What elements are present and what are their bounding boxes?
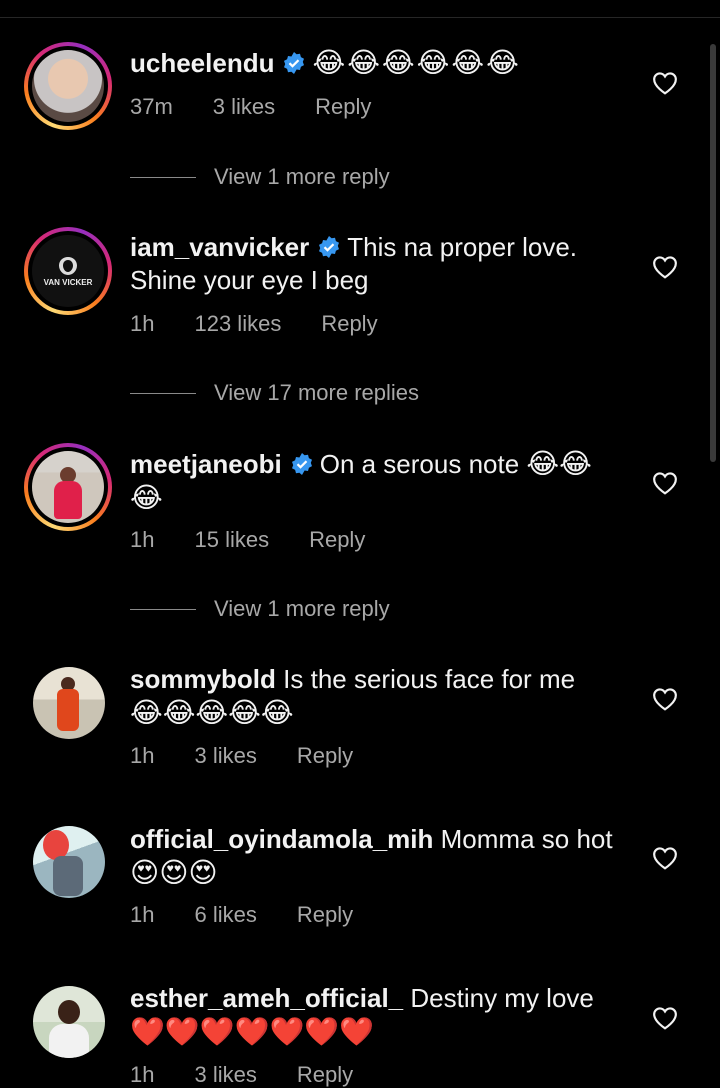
avatar[interactable]: [24, 42, 112, 130]
comment-meta: 37m 3 likes Reply: [130, 94, 411, 120]
divider-dash: [130, 392, 196, 394]
avatar-figure-body: [57, 689, 79, 731]
likes-count[interactable]: 6 likes: [194, 902, 256, 928]
likes-count[interactable]: 15 likes: [194, 527, 269, 553]
lion-logo-icon: [59, 256, 77, 275]
avatar[interactable]: [24, 443, 112, 531]
avatar[interactable]: VAN VICKER: [24, 227, 112, 315]
avatar-logo-text: VAN VICKER: [43, 277, 93, 287]
avatar-figure-body: [54, 481, 82, 519]
comment-time: 1h: [130, 1062, 155, 1087]
avatar[interactable]: [33, 986, 105, 1058]
heart-icon[interactable]: [652, 687, 678, 711]
comment-body: Destiny my love: [410, 983, 594, 1013]
comment-body: Is the serious face for me: [283, 664, 576, 694]
comment-text: ucheelendu 😂😂😂😂😂😂: [130, 46, 620, 80]
view-more-label: View 17 more replies: [214, 380, 420, 405]
divider-dash: [130, 608, 196, 610]
view-more-label: View 1 more reply: [214, 164, 390, 189]
emoji-text: 😍😍😍: [130, 857, 218, 888]
comment-text: esther_ameh_official_ Destiny my love ❤️❤…: [130, 982, 620, 1049]
heart-icon[interactable]: [652, 255, 678, 279]
verified-badge-icon: [319, 236, 340, 258]
top-divider: [0, 17, 720, 18]
view-more-replies-button[interactable]: View 1 more reply: [130, 596, 390, 622]
avatar[interactable]: [33, 667, 105, 739]
view-more-replies-button[interactable]: View 17 more replies: [130, 380, 419, 406]
view-more-replies-button[interactable]: View 1 more reply: [130, 164, 390, 190]
comment-text: meetjaneobi On a serous note 😂😂😂: [130, 447, 620, 515]
username[interactable]: official_oyindamola_mih: [130, 824, 433, 854]
scrollbar[interactable]: [710, 44, 716, 462]
view-more-label: View 1 more reply: [214, 596, 390, 621]
username[interactable]: iam_vanvicker: [130, 232, 309, 262]
comment-body: On a serous note: [319, 449, 520, 479]
verified-badge-icon: [291, 453, 312, 475]
comment-meta: 1h 123 likes Reply: [130, 311, 418, 337]
avatar-figure-head: [58, 1000, 80, 1024]
emoji-text: 😂😂😂😂😂: [130, 697, 294, 728]
comment-time: 1h: [130, 902, 155, 927]
avatar-figure-body: [49, 1024, 89, 1058]
reply-button[interactable]: Reply: [315, 94, 371, 120]
comment-time: 1h: [130, 743, 155, 768]
reply-button[interactable]: Reply: [297, 902, 353, 928]
heart-icon[interactable]: [652, 1006, 678, 1030]
comment-text: official_oyindamola_mih Momma so hot 😍😍😍: [130, 823, 620, 890]
comment-meta: 1h 6 likes Reply: [130, 902, 393, 928]
avatar[interactable]: [33, 826, 105, 898]
emoji-text: ❤️❤️❤️❤️❤️❤️❤️: [130, 1016, 375, 1047]
emoji-text: 😂😂😂😂😂😂: [312, 47, 521, 78]
username[interactable]: ucheelendu: [130, 48, 274, 78]
likes-count[interactable]: 3 likes: [213, 94, 275, 120]
comment-time: 37m: [130, 94, 173, 119]
comment-time: 1h: [130, 311, 155, 336]
comment-text: sommybold Is the serious face for me 😂😂😂😂…: [130, 663, 620, 730]
likes-count[interactable]: 123 likes: [194, 311, 281, 337]
verified-badge-icon: [284, 52, 305, 74]
heart-icon[interactable]: [652, 846, 678, 870]
username[interactable]: sommybold: [130, 664, 276, 694]
username[interactable]: esther_ameh_official_: [130, 983, 403, 1013]
comment-meta: 1h 3 likes Reply: [130, 743, 393, 769]
likes-count[interactable]: 3 likes: [194, 743, 256, 769]
username[interactable]: meetjaneobi: [130, 449, 282, 479]
reply-button[interactable]: Reply: [297, 743, 353, 769]
heart-icon[interactable]: [652, 471, 678, 495]
comment-meta: 1h 15 likes Reply: [130, 527, 405, 553]
reply-button[interactable]: Reply: [321, 311, 377, 337]
heart-icon[interactable]: [652, 71, 678, 95]
reply-button[interactable]: Reply: [297, 1062, 353, 1088]
comment-time: 1h: [130, 527, 155, 552]
comment-meta: 1h 3 likes Reply: [130, 1062, 393, 1088]
comment-text: iam_vanvicker This na proper love. Shine …: [130, 231, 620, 297]
likes-count[interactable]: 3 likes: [194, 1062, 256, 1088]
divider-dash: [130, 176, 196, 178]
comment-body: Momma so hot: [440, 824, 613, 854]
avatar-figure-body: [53, 856, 83, 896]
reply-button[interactable]: Reply: [309, 527, 365, 553]
